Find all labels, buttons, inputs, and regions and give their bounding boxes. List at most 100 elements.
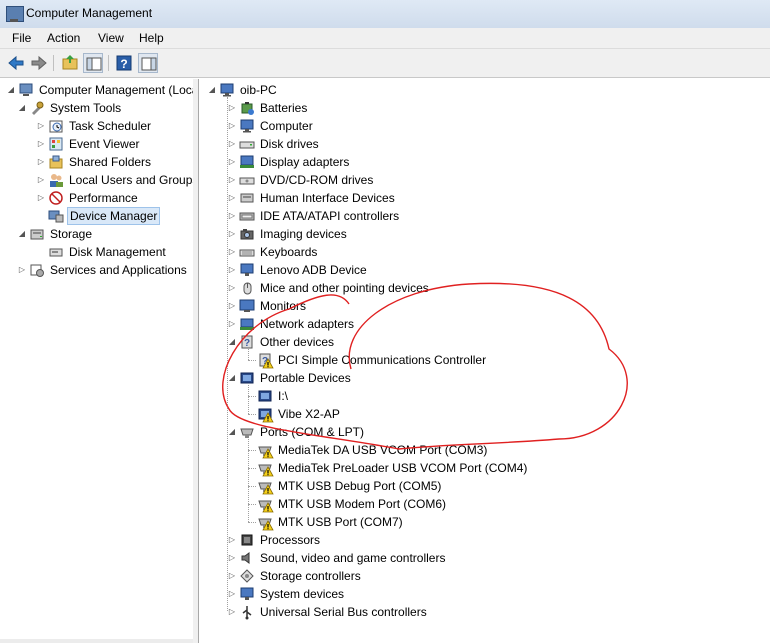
collapsed-arrow-icon[interactable]: ▷ (227, 261, 237, 279)
tree-connector-line (248, 504, 256, 505)
up-folder-icon[interactable] (60, 53, 80, 73)
port-warning-icon (257, 442, 274, 459)
expanded-arrow-icon[interactable]: ◢ (227, 423, 237, 441)
disk-management-icon (48, 244, 64, 260)
tree-item-shared-folders-label: Shared Folders (69, 155, 152, 169)
device-mtk-usb-debug-port-com5-label: MTK USB Debug Port (COM5) (278, 479, 442, 493)
collapsed-arrow-icon[interactable]: ▷ (227, 207, 237, 225)
tree-connector-line (248, 360, 256, 361)
sound-icon (239, 550, 255, 566)
device-manager-icon (48, 208, 64, 224)
collapsed-arrow-icon[interactable]: ▷ (36, 171, 46, 189)
tree-item-computer-management-local-label: Computer Management (Local (39, 83, 202, 97)
device-mtk-usb-modem-port-com6-label: MTK USB Modem Port (COM6) (278, 497, 447, 511)
svg-text:?: ? (244, 338, 250, 349)
menu-action[interactable]: Action (47, 31, 80, 45)
collapsed-arrow-icon[interactable]: ▷ (227, 189, 237, 207)
show-action-pane-icon[interactable] (138, 53, 158, 73)
category-imaging-devices-label: Imaging devices (260, 227, 347, 241)
ide-controller-icon (239, 208, 255, 224)
category-human-interface-devices-label: Human Interface Devices (260, 191, 395, 205)
collapsed-arrow-icon[interactable]: ▷ (227, 99, 237, 117)
tree-item-local-users-and-groups-label: Local Users and Groups (69, 173, 199, 187)
collapsed-arrow-icon[interactable]: ▷ (36, 189, 46, 207)
computer-management-icon (18, 82, 34, 98)
task-scheduler-icon (48, 118, 64, 134)
port-warning-icon (257, 460, 274, 477)
tree-connector-line (248, 396, 256, 397)
system-device-icon (239, 586, 255, 602)
category-dvd-cd-rom-drives-label: DVD/CD-ROM drives (260, 173, 374, 187)
tree-item-system-tools-label: System Tools (50, 101, 122, 115)
horizontal-scrollbar[interactable] (0, 639, 193, 643)
expanded-arrow-icon[interactable]: ◢ (6, 81, 16, 99)
forward-arrow-icon[interactable] (29, 53, 49, 73)
collapsed-arrow-icon[interactable]: ▷ (227, 171, 237, 189)
expanded-arrow-icon[interactable]: ◢ (17, 225, 27, 243)
collapsed-arrow-icon[interactable]: ▷ (36, 135, 46, 153)
adb-device-icon (239, 262, 255, 278)
device-mtk-usb-port-com7-label: MTK USB Port (COM7) (278, 515, 403, 529)
computer-management-icon (6, 6, 24, 22)
category-ide-ata-atapi-controllers-label: IDE ATA/ATAPI controllers (260, 209, 400, 223)
title-bar: Computer Management (0, 0, 770, 29)
collapsed-arrow-icon[interactable]: ▷ (36, 117, 46, 135)
collapsed-arrow-icon[interactable]: ▷ (227, 225, 237, 243)
menu-bar: File Action View Help (0, 28, 770, 49)
collapsed-arrow-icon[interactable]: ▷ (227, 297, 237, 315)
collapsed-arrow-icon[interactable]: ▷ (227, 135, 237, 153)
device-pci-simple-communications-controller-label: PCI Simple Communications Controller (278, 353, 487, 367)
expanded-arrow-icon[interactable]: ◢ (227, 333, 237, 351)
category-disk-drives-label: Disk drives (260, 137, 319, 151)
other-devices-icon: ? (239, 334, 255, 350)
collapsed-arrow-icon[interactable]: ▷ (17, 261, 27, 279)
dvd-drive-icon (239, 172, 255, 188)
toolbar-separator (53, 55, 54, 71)
event-viewer-icon (48, 136, 64, 152)
port-warning-icon (257, 478, 274, 495)
device-i-label: I:\ (278, 389, 289, 403)
menu-view[interactable]: View (98, 31, 124, 45)
collapsed-arrow-icon[interactable]: ▷ (227, 549, 237, 567)
tree-item-event-viewer-label: Event Viewer (69, 137, 140, 151)
menu-file[interactable]: File (12, 31, 31, 45)
category-network-adapters-label: Network adapters (260, 317, 355, 331)
collapsed-arrow-icon[interactable]: ▷ (227, 279, 237, 297)
collapsed-arrow-icon[interactable]: ▷ (227, 243, 237, 261)
expanded-arrow-icon[interactable]: ◢ (207, 81, 217, 99)
collapsed-arrow-icon[interactable]: ▷ (227, 531, 237, 549)
collapsed-arrow-icon[interactable]: ▷ (227, 567, 237, 585)
collapsed-arrow-icon[interactable]: ▷ (227, 603, 237, 621)
menu-help[interactable]: Help (139, 31, 164, 45)
battery-icon (239, 100, 255, 116)
tree-item-task-scheduler-label: Task Scheduler (69, 119, 152, 133)
performance-icon (48, 190, 64, 206)
portable-device-icon (257, 388, 273, 404)
collapsed-arrow-icon[interactable]: ▷ (227, 315, 237, 333)
tree-connector-line (248, 522, 256, 523)
device-tree[interactable]: ◢ oib-PC ▷ Batteries ▷ Computer ▷ Disk drives ▷ D… (198, 79, 770, 643)
show-hide-console-tree-icon[interactable] (83, 53, 103, 73)
category-monitors-label: Monitors (260, 299, 307, 313)
port-icon (239, 424, 255, 440)
collapsed-arrow-icon[interactable]: ▷ (227, 117, 237, 135)
category-lenovo-adb-device-label: Lenovo ADB Device (260, 263, 367, 277)
collapsed-arrow-icon[interactable]: ▷ (36, 153, 46, 171)
expanded-arrow-icon[interactable]: ◢ (227, 369, 237, 387)
category-ports-com-lpt-label: Ports (COM & LPT) (260, 425, 365, 439)
disk-drive-icon (239, 136, 255, 152)
console-tree[interactable]: ◢ Computer Management (Local ◢ System Tools… (0, 79, 201, 643)
tree-connector-line (248, 486, 256, 487)
collapsed-arrow-icon[interactable]: ▷ (227, 153, 237, 171)
category-display-adapters-label: Display adapters (260, 155, 350, 169)
tree-connector-line (248, 468, 256, 469)
tree-item-storage-label: Storage (50, 227, 93, 241)
keyboard-icon (239, 244, 255, 260)
back-arrow-icon[interactable] (6, 53, 26, 73)
users-icon (48, 172, 64, 188)
expanded-arrow-icon[interactable]: ◢ (17, 99, 27, 117)
computer-icon (219, 82, 235, 98)
collapsed-arrow-icon[interactable]: ▷ (227, 585, 237, 603)
tree-connector-line (248, 450, 256, 451)
help-icon[interactable]: ? (114, 53, 134, 73)
